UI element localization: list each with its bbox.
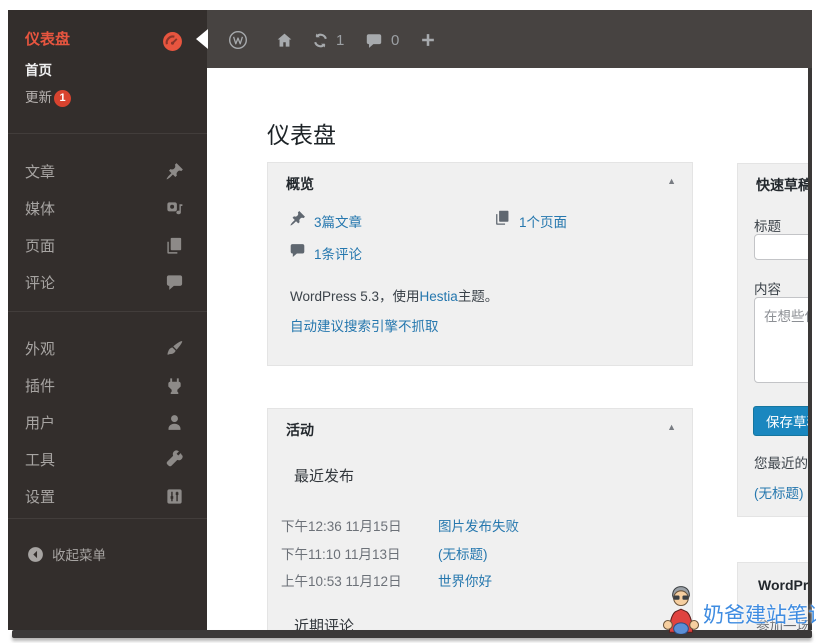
recent-drafts-heading: 您最近的草稿: [754, 456, 812, 471]
sidebar-item-settings[interactable]: 设置: [25, 488, 55, 508]
activity-box: 活动 ▲ 最近发布 下午12:36 11月15日 图片发布失败 下午11:10 …: [267, 408, 693, 630]
theme-link[interactable]: Hestia: [420, 289, 458, 304]
events-text: 参加一场离您近的活动。: [756, 619, 812, 630]
pages-icon: [165, 236, 184, 255]
home-icon[interactable]: [275, 31, 294, 50]
plug-icon: [165, 376, 184, 395]
pushpin-icon: [289, 210, 306, 227]
events-box-title: WordPress活动及新闻: [758, 577, 812, 593]
pushpin-icon: [165, 162, 184, 181]
events-news-box: WordPress活动及新闻 参加一场离您近的活动。: [737, 562, 812, 630]
version-text: WordPress 5.3，使用: [290, 289, 420, 304]
recently-published-heading: 最近发布: [294, 468, 355, 485]
media-icon: [165, 199, 184, 218]
sidebar-item-pages[interactable]: 页面: [25, 237, 55, 257]
activity-row: 下午11:10 11月13日 (无标题): [281, 543, 488, 563]
collapse-arrow-circle-icon[interactable]: [27, 546, 44, 563]
updates-count: 1: [336, 32, 345, 49]
sidebar-item-media[interactable]: 媒体: [25, 200, 55, 220]
sidebar-divider: [8, 133, 207, 134]
wordpress-admin-screenshot: 仪表盘 首页 更新 1 文章 媒体 页面 评论 外观 插件 用户 工具 设置 收…: [0, 0, 816, 643]
sidebar-item-posts[interactable]: 文章: [25, 163, 55, 183]
comment-bubble-icon: [165, 273, 184, 292]
activity-row: 上午10:53 11月12日 世界你好: [281, 570, 492, 590]
sidebar-item-users[interactable]: 用户: [25, 414, 55, 434]
sidebar-item-plugins[interactable]: 插件: [25, 377, 55, 397]
comment-bubble-icon: [289, 242, 306, 259]
recent-comments-heading: 近期评论: [294, 618, 355, 630]
admin-topbar: 1 0: [196, 10, 812, 68]
draft-title-input[interactable]: [754, 234, 812, 260]
wordpress-logo-icon[interactable]: [228, 30, 248, 50]
sidebar-item-appearance[interactable]: 外观: [25, 340, 55, 360]
settings-sliders-icon: [165, 487, 184, 506]
activity-row-time: 下午11:10 11月13日: [281, 547, 401, 562]
paintbrush-icon: [165, 339, 184, 358]
window-right-edge: [808, 68, 812, 630]
activity-row-time: 上午10:53 11月12日: [281, 574, 402, 589]
new-content-plus-icon[interactable]: [419, 31, 437, 49]
search-engine-notice-link[interactable]: 自动建议搜索引擎不抓取: [290, 315, 439, 335]
wrench-icon: [165, 450, 184, 469]
updates-count-badge: 1: [54, 90, 71, 107]
pointer-arrow-icon: [196, 29, 208, 49]
draft-title-label: 标题: [754, 219, 781, 234]
sidebar-item-comments[interactable]: 评论: [25, 274, 55, 294]
glance-box-title: 概览: [286, 176, 314, 192]
version-text-suffix: 主题。: [457, 289, 499, 304]
sidebar-divider: [8, 518, 207, 519]
activity-box-title: 活动: [286, 422, 314, 438]
main-content: 仪表盘 概览 ▲ 3篇文章 1个页面 1条评论 WordPress 5.3，使用…: [207, 68, 812, 630]
collapse-menu-button[interactable]: 收起菜单: [52, 547, 106, 565]
draft-content-label: 内容: [754, 282, 781, 297]
activity-row-time: 下午12:36 11月15日: [281, 519, 402, 534]
pages-icon: [494, 209, 511, 226]
version-line: WordPress 5.3，使用Hestia主题。: [290, 285, 498, 305]
draft-content-textarea[interactable]: [754, 297, 812, 383]
activity-row-title-link[interactable]: 图片发布失败: [438, 515, 519, 535]
sidebar-item-updates[interactable]: 更新: [25, 89, 52, 107]
dashboard-gauge-icon: [162, 31, 183, 52]
activity-row: 下午12:36 11月15日 图片发布失败: [281, 515, 519, 535]
collapse-toggle-icon[interactable]: ▲: [667, 422, 676, 432]
comments-count: 0: [391, 32, 400, 49]
quick-draft-title: 快速草稿: [756, 177, 812, 193]
activity-row-title-link[interactable]: (无标题): [438, 543, 488, 563]
quick-draft-box: 快速草稿 标题 内容 保存草稿 您最近的草稿 (无标题): [737, 163, 812, 517]
pages-count-link[interactable]: 1个页面: [519, 211, 567, 231]
window-bottom-edge: [12, 630, 812, 638]
posts-count-link[interactable]: 3篇文章: [314, 211, 362, 231]
sidebar-divider: [8, 311, 207, 312]
glance-box: 概览 ▲ 3篇文章 1个页面 1条评论 WordPress 5.3，使用Hest…: [267, 162, 693, 366]
activity-row-title-link[interactable]: 世界你好: [438, 570, 492, 590]
collapse-toggle-icon[interactable]: ▲: [667, 176, 676, 186]
save-draft-button[interactable]: 保存草稿: [753, 406, 812, 436]
page-title: 仪表盘: [267, 122, 336, 148]
admin-sidebar: 仪表盘 首页 更新 1 文章 媒体 页面 评论 外观 插件 用户 工具 设置 收…: [8, 10, 207, 630]
sidebar-item-home[interactable]: 首页: [25, 62, 52, 80]
comments-icon[interactable]: [365, 32, 383, 50]
user-icon: [165, 413, 184, 432]
recent-draft-link[interactable]: (无标题): [754, 482, 804, 502]
sidebar-item-dashboard[interactable]: 仪表盘: [25, 30, 70, 50]
sidebar-item-tools[interactable]: 工具: [25, 451, 55, 471]
comments-count-link[interactable]: 1条评论: [314, 243, 362, 263]
updates-icon[interactable]: [311, 31, 330, 50]
